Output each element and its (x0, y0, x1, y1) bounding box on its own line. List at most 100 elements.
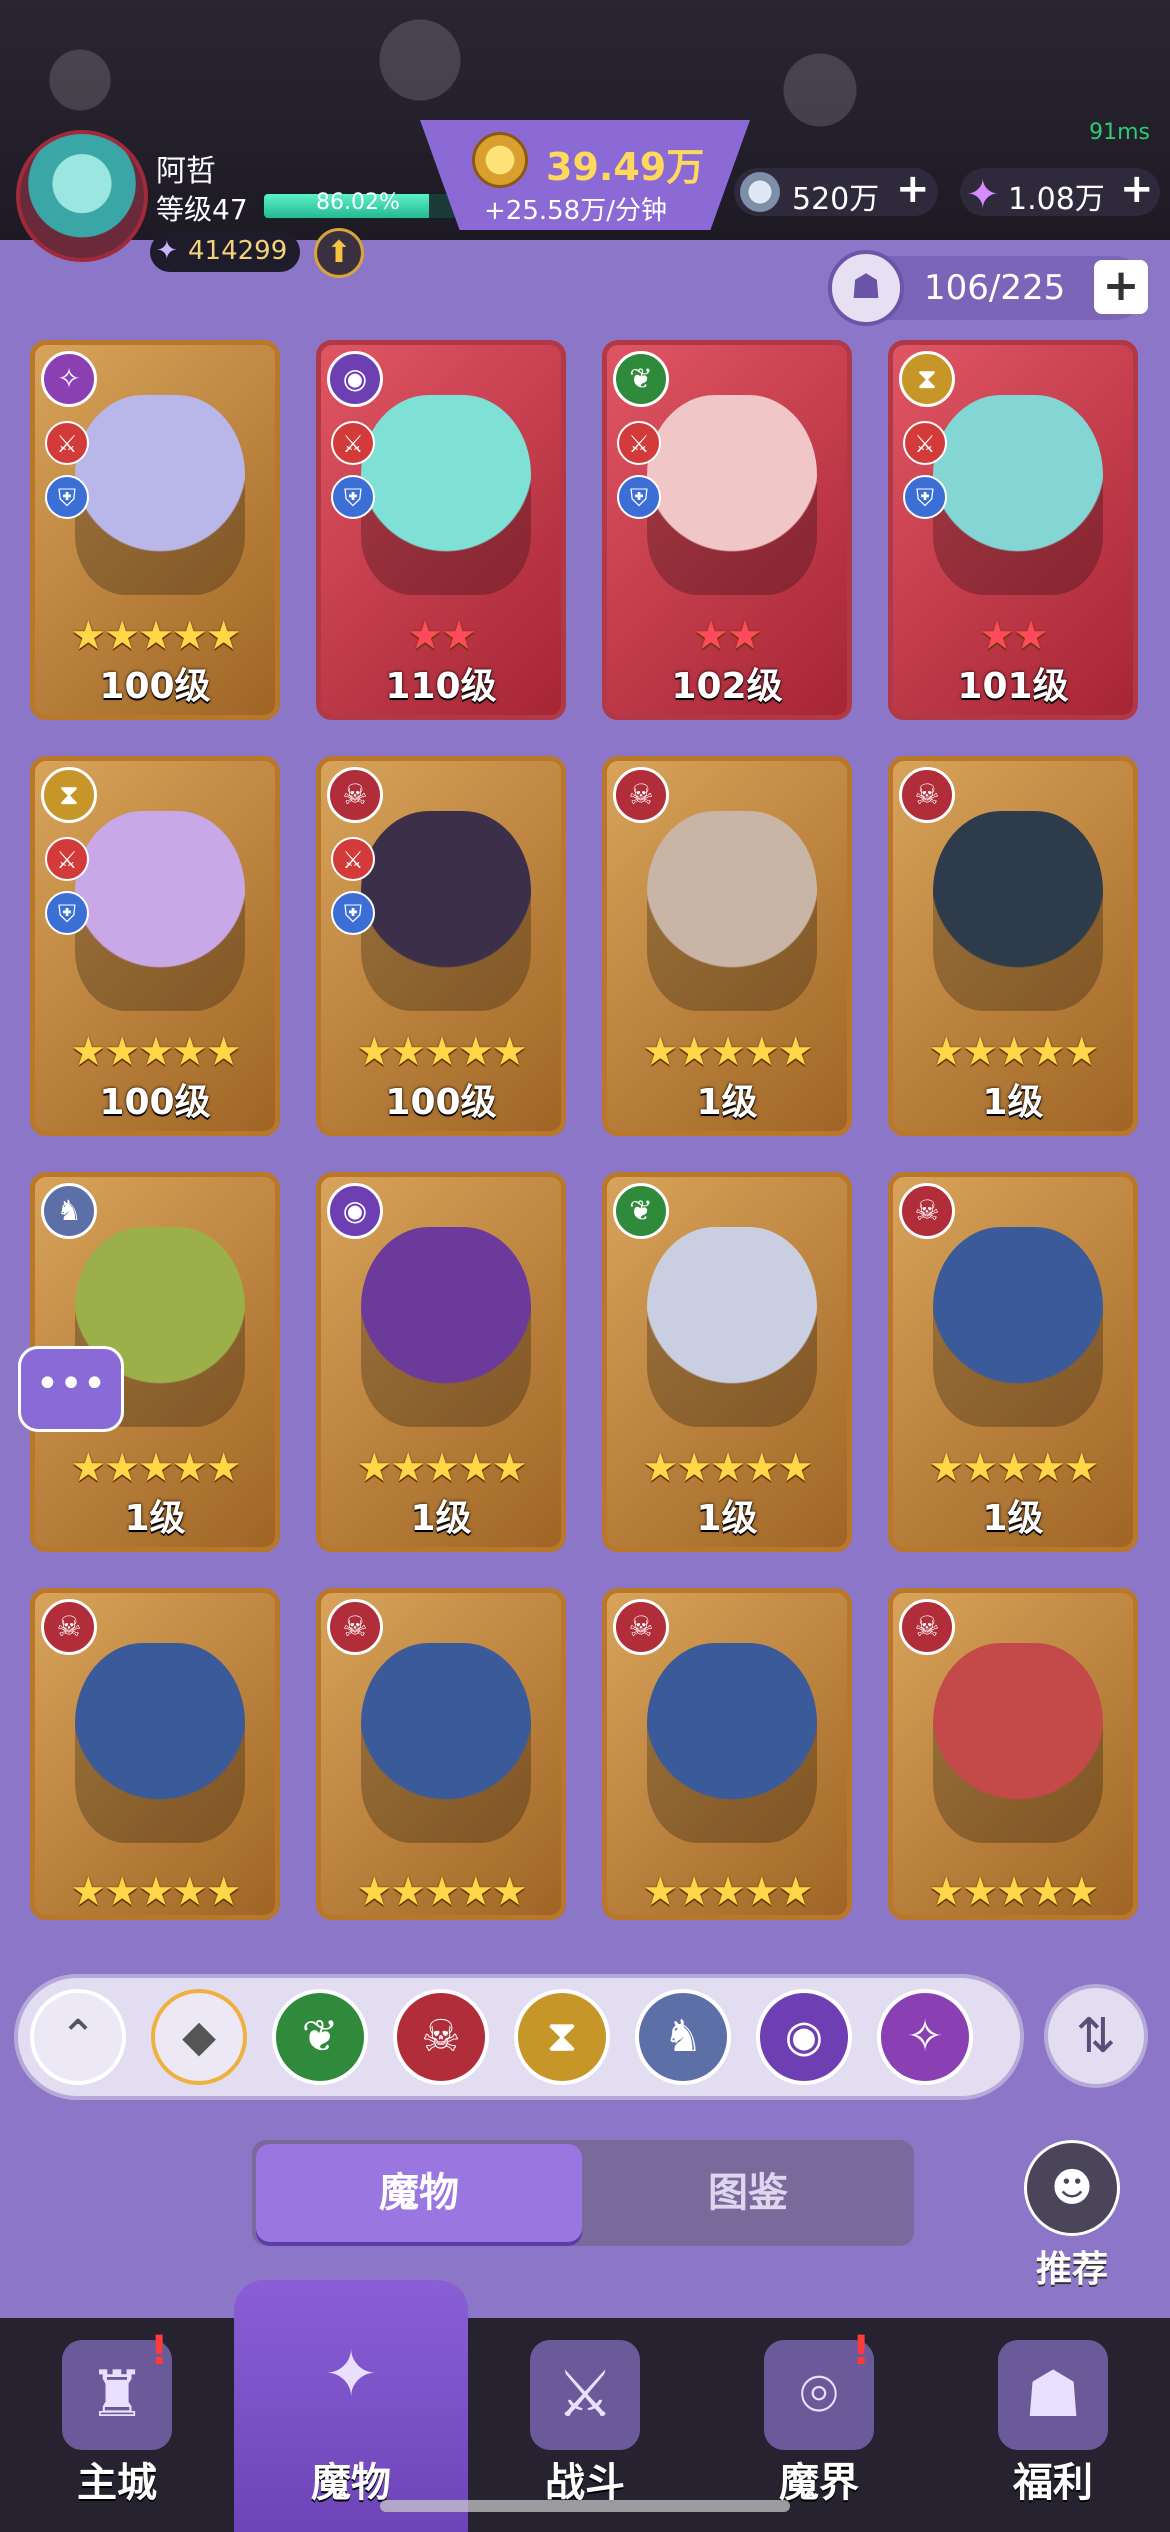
monster-portrait (361, 1643, 531, 1843)
time-faction-icon: ⧗ (899, 351, 955, 407)
monster-grid: ✧ ⚔ ⛨ ★★★★★ 100级 ◉ ⚔ ⛨ ★★ 110级 ❦ ⚔ ⛨ ★★ 102级 ⧗ ⚔ ⛨ ★★ 101级 ⧗… (0, 340, 1170, 1920)
defense-role-icon: ⛨ (45, 891, 89, 935)
monster-card[interactable]: ❦ ⚔ ⛨ ★★ 102级 (602, 340, 852, 720)
power-up-button[interactable]: ⬆ (314, 228, 364, 278)
defense-role-icon: ⛨ (903, 475, 947, 519)
monster-portrait (75, 395, 245, 595)
filter-collapse-icon[interactable]: ⌃ (30, 1989, 126, 2085)
filter-dragon-icon[interactable]: ♞ (635, 1989, 731, 2085)
star-rating: ★★ (693, 613, 763, 659)
nav-item-0[interactable]: ♜ 主城! (0, 2318, 234, 2532)
star-rating: ★★ (979, 613, 1049, 659)
monster-portrait (75, 811, 245, 1011)
crystal-add-button[interactable]: + (1120, 166, 1154, 212)
crystal-amount: 1.08万 (1008, 182, 1105, 217)
monster-portrait (933, 1643, 1103, 1843)
filter-inferno-icon[interactable]: ☠ (393, 1989, 489, 2085)
tab-monsters[interactable]: 魔物 (256, 2144, 582, 2242)
monster-card[interactable]: ☠ ★★★★★ (888, 1588, 1138, 1920)
silver-icon (740, 172, 780, 212)
monster-level: 1级 (696, 1082, 758, 1123)
monster-level: 1级 (696, 1498, 758, 1539)
monster-level: 1级 (124, 1498, 186, 1539)
alert-icon: ! (150, 2328, 169, 2374)
power-value: 414299 (188, 236, 288, 266)
filter-chaos-icon[interactable]: ✧ (877, 1989, 973, 2085)
star-rating: ★★ (407, 613, 477, 659)
dragon-faction-icon: ♞ (41, 1183, 97, 1239)
monster-level: 102级 (671, 666, 783, 707)
monster-card[interactable]: ✧ ⚔ ⛨ ★★★★★ 100级 (30, 340, 280, 720)
monster-card[interactable]: ☠ ★★★★★ 1级 (888, 1172, 1138, 1552)
sword-icon: ⚔ (530, 2340, 640, 2450)
defense-role-icon: ⛨ (331, 891, 375, 935)
monster-level: 100级 (99, 1082, 211, 1123)
collection-count: 106/225 (924, 268, 1066, 308)
attack-role-icon: ⚔ (617, 421, 661, 465)
recommend-icon[interactable]: ☻ (1024, 2140, 1120, 2236)
nav-item-1[interactable]: ✦ 魔物 (234, 2280, 468, 2532)
star-rating: ★★★★★ (356, 1869, 527, 1915)
chest-icon: ☗ (998, 2340, 1108, 2450)
monster-icon: ✦ (324, 2338, 378, 2412)
monster-bag-icon: ☗ (828, 250, 904, 326)
sort-button[interactable]: ⇅ (1044, 1984, 1148, 2088)
monster-card[interactable]: ☠ ⚔ ⛨ ★★★★★ 100级 (316, 756, 566, 1136)
player-avatar[interactable] (16, 130, 148, 262)
inferno-faction-icon: ☠ (327, 1599, 383, 1655)
arcane-faction-icon: ◉ (327, 1183, 383, 1239)
expand-capacity-button[interactable]: + (1094, 260, 1148, 314)
chat-bubble-icon[interactable]: ••• (18, 1346, 124, 1432)
gold-amount: 39.49万 (546, 145, 705, 189)
star-rating: ★★★★★ (70, 613, 241, 659)
monster-portrait (933, 811, 1103, 1011)
filter-all-icon[interactable]: ◆ (151, 1989, 247, 2085)
monster-card[interactable]: ❦ ★★★★★ 1级 (602, 1172, 852, 1552)
monster-card[interactable]: ☠ ★★★★★ (316, 1588, 566, 1920)
star-rating: ★★★★★ (356, 1445, 527, 1491)
recommend-label[interactable]: 推荐 (1020, 2240, 1124, 2292)
star-rating: ★★★★★ (928, 1445, 1099, 1491)
star-rating: ★★★★★ (928, 1869, 1099, 1915)
silver-add-button[interactable]: + (896, 166, 930, 212)
monster-level: 100级 (99, 666, 211, 707)
monster-card[interactable]: ⧗ ⚔ ⛨ ★★★★★ 100级 (30, 756, 280, 1136)
filter-arcane-icon[interactable]: ◉ (756, 1989, 852, 2085)
inferno-faction-icon: ☠ (899, 1599, 955, 1655)
player-name: 阿哲 (156, 154, 216, 189)
time-faction-icon: ⧗ (41, 767, 97, 823)
monster-card[interactable]: ◉ ★★★★★ 1级 (316, 1172, 566, 1552)
nav-label: 福利 (1013, 2460, 1093, 2506)
monster-card[interactable]: ☠ ★★★★★ (30, 1588, 280, 1920)
monster-card[interactable]: ☠ ★★★★★ (602, 1588, 852, 1920)
monster-card[interactable]: ⧗ ⚔ ⛨ ★★ 101级 (888, 340, 1138, 720)
star-rating: ★★★★★ (70, 1029, 241, 1075)
filter-nature-icon[interactable]: ❦ (272, 1989, 368, 2085)
tab-codex[interactable]: 图鉴 (586, 2144, 910, 2242)
monster-portrait (361, 395, 531, 595)
monster-card[interactable]: ◉ ⚔ ⛨ ★★ 110级 (316, 340, 566, 720)
nav-label: 主城 (77, 2460, 157, 2506)
attack-role-icon: ⚔ (331, 421, 375, 465)
inferno-faction-icon: ☠ (41, 1599, 97, 1655)
exp-percent: 86.02% (316, 190, 400, 215)
gold-coin-icon (472, 132, 528, 188)
defense-role-icon: ⛨ (45, 475, 89, 519)
star-rating: ★★★★★ (356, 1029, 527, 1075)
monster-portrait (647, 395, 817, 595)
player-level: 等级47 (156, 193, 248, 226)
silver-amount: 520万 (792, 182, 880, 217)
arcane-faction-icon: ◉ (327, 351, 383, 407)
nature-faction-icon: ❦ (613, 351, 669, 407)
monster-card[interactable]: ☠ ★★★★★ 1级 (602, 756, 852, 1136)
attack-role-icon: ⚔ (903, 421, 947, 465)
inferno-faction-icon: ☠ (899, 767, 955, 823)
filter-time-icon[interactable]: ⧗ (514, 1989, 610, 2085)
monster-level: 1级 (982, 1498, 1044, 1539)
monster-portrait (361, 1227, 531, 1427)
monster-card[interactable]: ☠ ★★★★★ 1级 (888, 756, 1138, 1136)
monster-portrait (647, 811, 817, 1011)
nav-item-4[interactable]: ☗ 福利 (936, 2318, 1170, 2532)
monster-portrait (933, 395, 1103, 595)
attack-role-icon: ⚔ (45, 837, 89, 881)
